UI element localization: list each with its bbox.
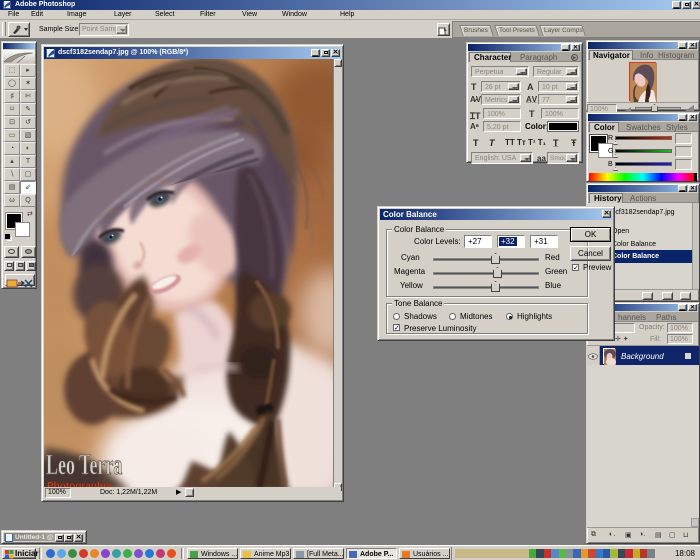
svg-text:Leo Terra: Leo Terra bbox=[46, 450, 122, 481]
